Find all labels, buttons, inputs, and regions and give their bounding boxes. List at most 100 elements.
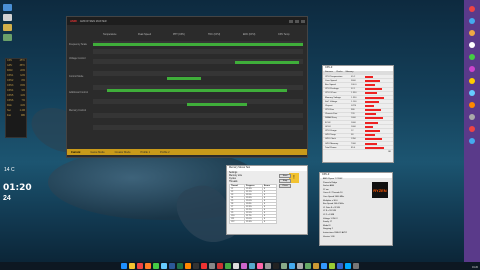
tray-clock[interactable]: 01:20: [472, 266, 478, 269]
sensor-row: Fan 980: [6, 114, 26, 119]
stop-button[interactable]: Stop: [279, 179, 291, 183]
ryzen-master-window: AMD AMD RYZEN MASTER Temperature Peak Spe…: [66, 16, 308, 158]
sensor-name: CPU Package: [325, 88, 339, 91]
amd-icon[interactable]: [201, 263, 207, 269]
app-icon[interactable]: [469, 114, 475, 120]
sensor-bar: [365, 113, 376, 116]
desktop-icon-file[interactable]: [3, 14, 12, 21]
explorer-icon[interactable]: [129, 263, 135, 269]
app-icon[interactable]: [469, 66, 475, 72]
sensor-bar: [365, 88, 382, 91]
games-icon[interactable]: [329, 263, 335, 269]
column-header: Peak Speed: [138, 33, 152, 36]
app-icon[interactable]: [469, 42, 475, 48]
terminal-icon[interactable]: [273, 263, 279, 269]
window-title: AMD RYZEN MASTER: [79, 19, 107, 23]
sensor-reading: 12: [351, 130, 354, 133]
sensor-reading: 1600: [351, 125, 356, 128]
slider-fill[interactable]: [167, 77, 201, 80]
table-cell: 12.4%: [243, 220, 264, 224]
sensor-bar: [365, 104, 374, 107]
ryzen-logo: RYZEN: [372, 182, 388, 198]
sensors-ok-button[interactable]: OK: [323, 150, 393, 154]
maximize-button[interactable]: [295, 19, 299, 23]
profile-tab[interactable]: Profile 2: [160, 151, 170, 154]
start-button[interactable]: Start: [279, 174, 291, 178]
sensor-bar: [365, 83, 375, 86]
sensors-tab[interactable]: Memory: [346, 71, 354, 75]
table-cell: #12: [229, 220, 245, 224]
control-row: [93, 49, 303, 54]
app-icon[interactable]: [469, 6, 475, 12]
vlc-icon[interactable]: [185, 263, 191, 269]
trash-icon[interactable]: [353, 263, 359, 269]
app-icon[interactable]: [469, 78, 475, 84]
news-icon[interactable]: [313, 263, 319, 269]
profile-tab[interactable]: Profile 1: [141, 151, 151, 154]
profile-tab[interactable]: Creator Mode: [115, 151, 131, 154]
slider-fill[interactable]: [235, 61, 299, 64]
weather-icon[interactable]: [321, 263, 327, 269]
code-icon[interactable]: [337, 263, 343, 269]
store-icon[interactable]: [153, 263, 159, 269]
sensors-tab[interactable]: Clocks: [336, 71, 343, 75]
paint-icon[interactable]: [241, 263, 247, 269]
app-icon[interactable]: [469, 54, 475, 60]
right-app-strip: [464, 0, 480, 262]
steam-icon[interactable]: [193, 263, 199, 269]
desktop-icon-folder[interactable]: [3, 4, 12, 11]
skype-icon[interactable]: [345, 263, 351, 269]
sensor-bar: [365, 109, 381, 112]
sensor-name: Core Speed: [325, 79, 337, 82]
sensor-bar: [365, 79, 380, 82]
sensor-reading: 1350: [351, 138, 356, 141]
sensor-name: Chassis Fan: [325, 113, 338, 116]
photos-icon[interactable]: [249, 263, 255, 269]
control-row: [93, 113, 303, 118]
sensor-name: Chipset: [325, 104, 333, 107]
profile-tab[interactable]: Game Mode: [90, 151, 104, 154]
sensor-reading: 52.1: [351, 88, 356, 91]
word-icon[interactable]: [169, 263, 175, 269]
slider-fill[interactable]: [187, 103, 247, 106]
sensor-name: Bus Speed: [325, 83, 336, 86]
desktop-icon-shortcut[interactable]: [3, 34, 12, 41]
calc-icon[interactable]: [265, 263, 271, 269]
sensors-tab[interactable]: Sensors: [325, 71, 333, 75]
settings-icon[interactable]: [209, 263, 215, 269]
sensor-name: GPU Temp: [325, 134, 336, 137]
column-header: Temperature: [103, 33, 117, 36]
desktop-date: 24: [3, 195, 11, 202]
slider-fill[interactable]: [107, 89, 287, 92]
app-icon[interactable]: [469, 30, 475, 36]
window-controls: [289, 19, 307, 23]
app-icon[interactable]: [469, 126, 475, 132]
app-icon[interactable]: [469, 102, 475, 108]
desktop-icon-app[interactable]: [3, 24, 12, 31]
minimize-button[interactable]: [289, 19, 293, 23]
app-icon[interactable]: [469, 18, 475, 24]
slider-fill[interactable]: [93, 43, 303, 46]
app-icon[interactable]: [469, 90, 475, 96]
network-icon[interactable]: [289, 263, 295, 269]
excel-icon[interactable]: [177, 263, 183, 269]
music-icon[interactable]: [257, 263, 263, 269]
disk-icon[interactable]: [281, 263, 287, 269]
mail-icon[interactable]: [161, 263, 167, 269]
sensor-name: CPU VCore: [325, 92, 337, 95]
start-icon[interactable]: [121, 263, 127, 269]
sensor-monitor-widget: CPU 45°C GPU 38°C RAM 22% CPU1 12% CPU2 8% CPU3 15%…: [5, 58, 27, 138]
desktop-widgets: CPU 45°C GPU 38°C RAM 22% CPU1 12% CPU2 8% CPU3 15%…: [0, 0, 32, 262]
hwinfo-icon[interactable]: [217, 263, 223, 269]
firefox-icon[interactable]: [145, 263, 151, 269]
memtest-close-button[interactable]: Close: [279, 184, 291, 188]
app-icon[interactable]: [469, 138, 475, 144]
sensor-reading: 3600: [351, 79, 356, 82]
chrome-icon[interactable]: [137, 263, 143, 269]
maps-icon[interactable]: [305, 263, 311, 269]
notepad-icon[interactable]: [233, 263, 239, 269]
profile-tab[interactable]: Current: [71, 151, 80, 154]
camera-icon[interactable]: [297, 263, 303, 269]
cpuz-icon[interactable]: [225, 263, 231, 269]
close-button[interactable]: [301, 19, 305, 23]
